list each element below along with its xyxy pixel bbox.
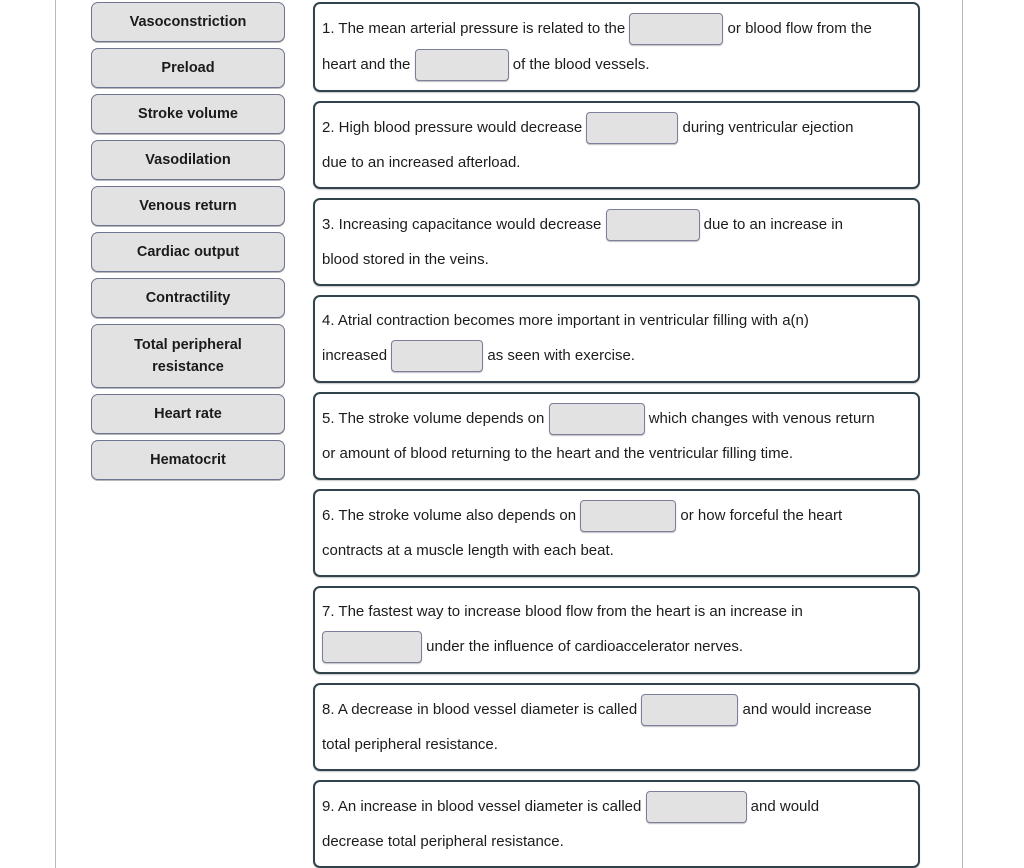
question-box: 1. The mean arterial pressure is related… (313, 2, 920, 92)
word-bank-item[interactable]: Vasodilation (91, 140, 285, 180)
question-box: 2. High blood pressure would decrease du… (313, 101, 920, 189)
word-bank-item[interactable]: Contractility (91, 278, 285, 318)
question-line: decrease total peripheral resistance. (322, 827, 912, 857)
question-line: 4. Atrial contraction becomes more impor… (322, 306, 912, 336)
word-bank-item[interactable]: Vasoconstriction (91, 2, 285, 42)
question-text: 2. High blood pressure would decrease (322, 119, 587, 136)
question-box: 8. A decrease in blood vessel diameter i… (313, 683, 920, 771)
word-bank-item[interactable]: Hematocrit (91, 440, 285, 480)
question-text: decrease total peripheral resistance. (322, 833, 564, 850)
question-text: 5. The stroke volume depends on (322, 410, 549, 427)
answer-blank[interactable] (391, 340, 484, 372)
answer-blank[interactable] (645, 791, 747, 823)
answer-blank[interactable] (641, 694, 739, 726)
question-line: due to an increased afterload. (322, 148, 912, 178)
question-line: 6. The stroke volume also depends on or … (322, 500, 912, 532)
answer-blank[interactable] (586, 112, 679, 144)
question-line: blood stored in the veins. (322, 245, 912, 275)
question-text: under the influence of cardioaccelerator… (422, 638, 744, 655)
question-text: 4. Atrial contraction becomes more impor… (322, 312, 809, 329)
question-box: 5. The stroke volume depends on which ch… (313, 392, 920, 480)
question-text: increased (322, 347, 392, 364)
word-bank-item[interactable]: Stroke volume (91, 94, 285, 134)
question-line: 9. An increase in blood vessel diameter … (322, 791, 912, 823)
answer-blank[interactable] (629, 13, 724, 45)
question-text: total peripheral resistance. (322, 736, 498, 753)
question-line: 2. High blood pressure would decrease du… (322, 112, 912, 144)
question-box: 7. The fastest way to increase blood flo… (313, 586, 920, 674)
question-text: 6. The stroke volume also depends on (322, 507, 581, 524)
question-line: 7. The fastest way to increase blood flo… (322, 597, 912, 627)
word-bank-item[interactable]: Preload (91, 48, 285, 88)
question-line: under the influence of cardioaccelerator… (322, 631, 912, 663)
worksheet-page: Vasoconstriction Preload Stroke volume Vaso… (0, 0, 1024, 868)
word-bank-item[interactable]: Cardiac output (91, 232, 285, 272)
question-text: 7. The fastest way to increase blood flo… (322, 603, 803, 620)
question-line: or amount of blood returning to the hear… (322, 439, 912, 469)
question-text: due to an increase in (699, 216, 843, 233)
question-text: of the blood vessels. (508, 56, 650, 73)
question-text: 3. Increasing capacitance would decrease (322, 216, 606, 233)
page-rule-right (962, 0, 963, 868)
question-text: or how forceful the heart (676, 507, 843, 524)
question-text: which changes with venous return (644, 410, 875, 427)
question-line: total peripheral resistance. (322, 730, 912, 760)
question-text: 8. A decrease in blood vessel diameter i… (322, 701, 642, 718)
question-line: increased as seen with exercise. (322, 340, 912, 372)
answer-blank[interactable] (322, 631, 422, 663)
question-line: heart and the of the blood vessels. (322, 49, 912, 81)
question-line: 8. A decrease in blood vessel diameter i… (322, 694, 912, 726)
page-rule-left (55, 0, 56, 868)
question-text: contracts at a muscle length with each b… (322, 542, 614, 559)
question-list: 1. The mean arterial pressure is related… (313, 2, 920, 868)
answer-blank[interactable] (548, 403, 645, 435)
answer-blank[interactable] (414, 49, 509, 81)
word-bank-item[interactable]: Venous return (91, 186, 285, 226)
question-text: due to an increased afterload. (322, 154, 521, 171)
question-line: 3. Increasing capacitance would decrease… (322, 209, 912, 241)
question-text: blood stored in the veins. (322, 251, 489, 268)
question-line: 5. The stroke volume depends on which ch… (322, 403, 912, 435)
question-box: 3. Increasing capacitance would decrease… (313, 198, 920, 286)
question-text: as seen with exercise. (483, 347, 635, 364)
question-line: 1. The mean arterial pressure is related… (322, 13, 912, 45)
question-text: and would (746, 798, 820, 815)
question-text: and would increase (738, 701, 872, 718)
word-bank-item[interactable]: Total peripheral resistance (91, 324, 285, 388)
answer-blank[interactable] (580, 500, 677, 532)
question-box: 9. An increase in blood vessel diameter … (313, 780, 920, 868)
question-text: 1. The mean arterial pressure is related… (322, 20, 630, 37)
question-text: or blood flow from the (723, 20, 872, 37)
question-text: heart and the (322, 56, 415, 73)
word-bank-item[interactable]: Heart rate (91, 394, 285, 434)
answer-blank[interactable] (605, 209, 700, 241)
question-text: during ventricular ejection (678, 119, 854, 136)
question-text: or amount of blood returning to the hear… (322, 445, 794, 462)
word-bank: Vasoconstriction Preload Stroke volume Vaso… (91, 2, 285, 486)
question-box: 4. Atrial contraction becomes more impor… (313, 295, 920, 383)
question-box: 6. The stroke volume also depends on or … (313, 489, 920, 577)
question-line: contracts at a muscle length with each b… (322, 536, 912, 566)
question-text: 9. An increase in blood vessel diameter … (322, 798, 646, 815)
